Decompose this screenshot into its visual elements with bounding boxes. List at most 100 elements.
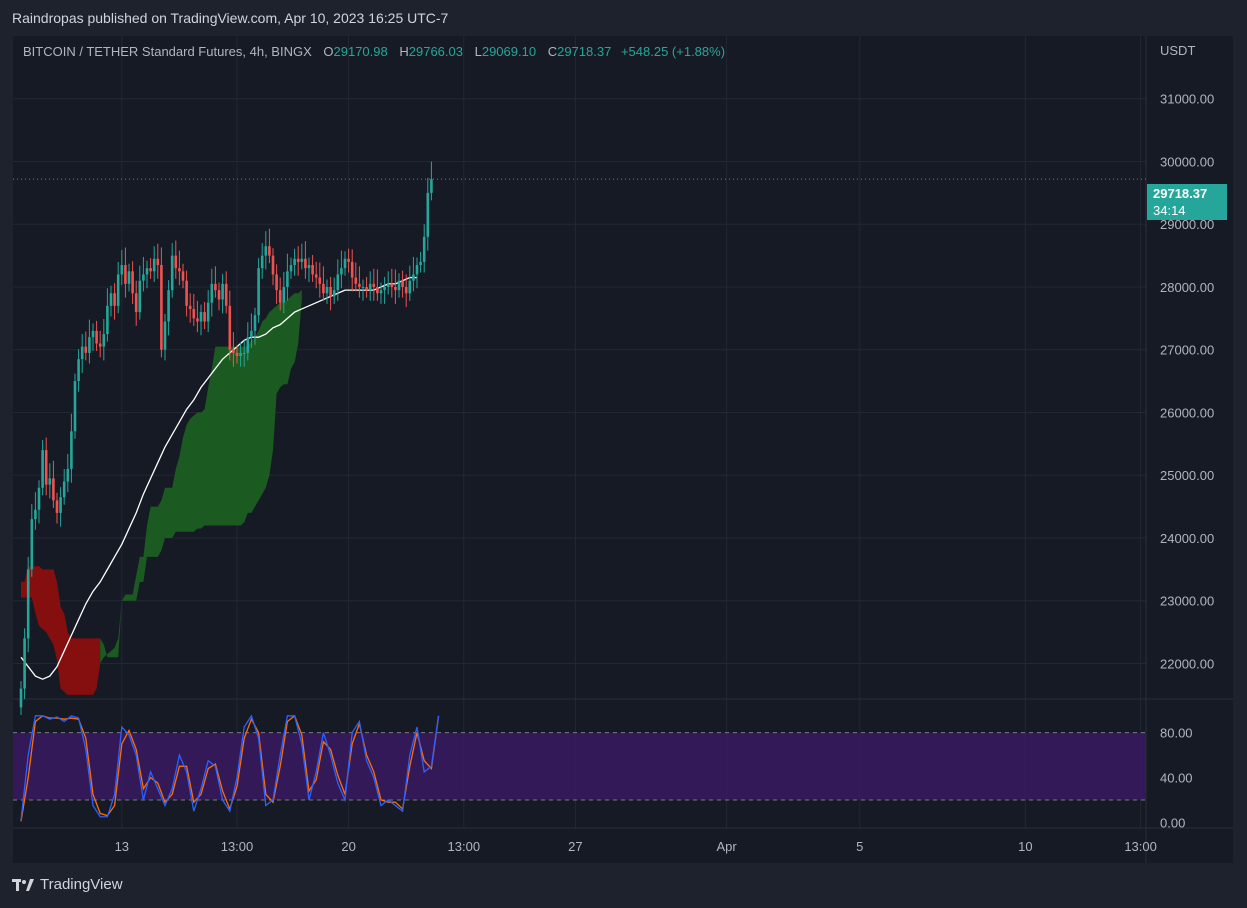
time-tick-label: 13:00 [221,839,254,854]
candle-body [149,268,152,272]
candle-body [98,343,102,347]
high-key: H [399,44,409,59]
candle-body [84,346,88,353]
candle-body [336,274,340,291]
low-value: 29069.10 [481,44,537,59]
open-key: O [323,44,334,59]
candle-body [210,283,214,303]
candle-body [386,283,390,287]
candle-body [250,330,253,338]
candle-body [260,255,264,269]
candle-body [232,349,235,353]
candle-body [185,280,188,306]
price-tick-label: 30000.00 [1160,154,1214,169]
candle-body [26,569,30,639]
candle-body [48,478,52,485]
candle-body [426,192,430,237]
footer-brand[interactable]: TradingView [12,876,123,893]
candle-body [192,308,196,319]
candle-body [55,500,59,513]
candle-body [286,271,289,287]
open-value: 29170.98 [333,44,388,59]
candle-body [199,312,203,322]
candle-body [142,274,145,281]
candle-body [77,359,80,382]
time-tick-label: 13 [115,839,129,854]
candle-body [358,283,361,287]
candle-body [383,286,386,291]
time-tick-label: 13:00 [1124,839,1157,854]
time-tick-label: Apr [716,839,737,854]
chart-canvas[interactable]: USDT31000.0030000.0029000.0028000.002700… [13,36,1233,863]
candle-body [156,258,160,266]
close-value: 29718.37 [557,44,612,59]
candle-body [268,246,271,256]
candle-body [257,268,260,316]
candle-body [354,277,358,284]
candle-body [350,261,354,278]
candle-body [95,330,98,344]
candle-body [311,265,314,275]
candle-body [178,268,181,272]
candle-body [124,265,127,284]
price-tick-label: 28000.00 [1160,280,1214,295]
price-tick-label: 22000.00 [1160,656,1214,671]
candle-body [390,283,394,287]
candle-body [203,312,206,322]
candle-body [422,236,426,262]
candle-body [113,293,116,306]
candle-body [181,271,185,281]
candle-body [408,280,412,294]
candle-body [88,337,91,353]
candle-body [127,271,131,284]
candle-body [430,179,433,193]
candle-body [73,381,77,432]
candle-body [397,280,401,291]
candle-body [145,268,149,275]
close-key: C [547,44,558,59]
candle-body [343,258,347,269]
time-tick-label: 5 [856,839,863,854]
candle-body [307,265,311,269]
price-tick-label: 24000.00 [1160,531,1214,546]
price-tick-label: 25000.00 [1160,468,1214,483]
candle-body [394,286,397,291]
candle-body [419,261,422,266]
stoch-axis: 80.00 40.00 0.00 [1160,726,1193,831]
candle-body [347,258,350,262]
candle-body [361,286,365,288]
chart-container[interactable]: USDT 31000.00 30000.00 29000.00 28000.00 2700… [13,36,1233,863]
candle-body [332,290,336,297]
low-key: L [474,44,482,59]
stoch-tick-label: 40.00 [1160,771,1193,786]
candle-body [296,258,300,262]
last-price-badge: 29718.37 34:14 [1147,184,1227,220]
candle-body [404,286,408,294]
candle-body [66,468,70,482]
candle-body [228,305,232,350]
candle-body [318,277,322,284]
candle-body [206,302,210,322]
candle-body [19,688,23,708]
brand-name: TradingView [40,876,123,893]
candle-body [170,255,174,291]
last-price-value: 29718.37 [1153,186,1208,201]
candle-body [329,286,332,297]
candle-body [224,283,228,306]
top-bar: Raindropas published on TradingView.com,… [0,0,1247,36]
candle-body [80,346,84,360]
candle-body [275,274,278,291]
stoch-tick-label: 0.00 [1160,815,1185,830]
bar-timer: 34:14 [1153,203,1186,218]
price-tick-label: 27000.00 [1160,343,1214,358]
candle-body [300,258,304,262]
candle-body [30,519,34,570]
candle-body [163,321,167,350]
candle-body [214,283,217,291]
candle-body [401,280,404,287]
candle-body [235,352,239,357]
candle-body [152,258,156,272]
candle-body [160,265,163,350]
candle-body [134,293,138,313]
candle-body [293,258,296,266]
